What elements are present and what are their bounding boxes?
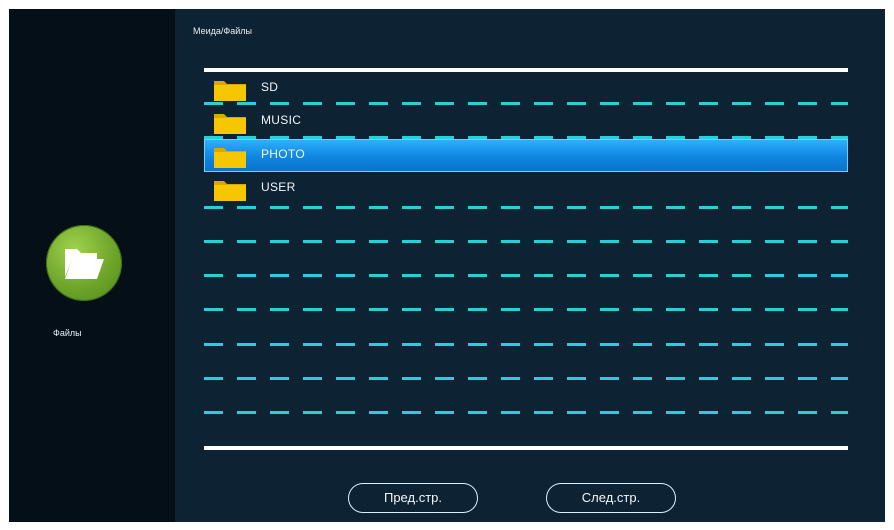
- breadcrumb: Меида/Файлы: [193, 26, 252, 36]
- prev-page-button[interactable]: Пред.стр.: [348, 483, 478, 513]
- row-divider: [204, 343, 848, 346]
- list-item-music[interactable]: MUSIC: [204, 105, 848, 138]
- list-item-label: MUSIC: [261, 113, 302, 127]
- list-item-photo[interactable]: PHOTO: [204, 139, 848, 172]
- row-divider: [204, 240, 848, 243]
- next-page-button[interactable]: След.стр.: [546, 483, 676, 513]
- list-item-label: USER: [261, 180, 296, 194]
- list-bottom-border: [204, 446, 848, 450]
- list-item-label: SD: [261, 80, 279, 94]
- list-item-sd[interactable]: SD: [204, 72, 848, 105]
- row-divider: [204, 411, 848, 414]
- files-app-icon[interactable]: [46, 225, 122, 301]
- row-divider: [204, 308, 848, 311]
- sidebar: Файлы: [9, 9, 175, 522]
- media-files-screen: Файлы Меида/Файлы SD MUSIC PHOTO USER Пр…: [9, 9, 885, 522]
- list-item-user[interactable]: USER: [204, 172, 848, 205]
- folder-icon: [214, 148, 246, 168]
- folder-icon: [214, 181, 246, 201]
- row-divider: [204, 206, 848, 209]
- row-divider: [204, 377, 848, 380]
- folder-icon: [214, 81, 246, 101]
- folder-open-icon: [65, 249, 104, 279]
- row-divider: [204, 274, 848, 277]
- list-item-label: PHOTO: [261, 147, 305, 161]
- app-label: Файлы: [53, 328, 82, 338]
- folder-icon: [214, 114, 246, 134]
